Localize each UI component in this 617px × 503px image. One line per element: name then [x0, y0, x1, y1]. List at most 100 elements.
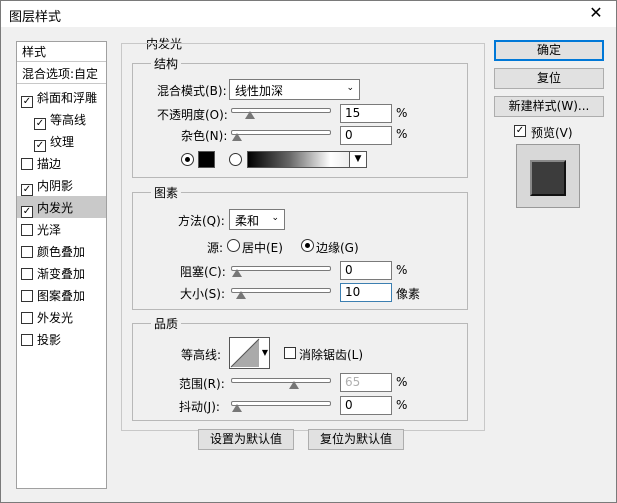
jitter-slider-thumb[interactable] [232, 404, 242, 412]
ok-button[interactable]: 确定 [494, 40, 604, 61]
style-checkbox[interactable]: ✓ [21, 206, 33, 218]
preview-thumbnail [516, 144, 580, 208]
style-item[interactable]: 颜色叠加 [17, 240, 106, 262]
jitter-input[interactable]: 0 [340, 396, 392, 415]
size-label: 大小(S): [180, 287, 226, 301]
close-icon[interactable]: ✕ [582, 3, 610, 25]
style-checkbox[interactable] [21, 312, 33, 324]
source-edge-label[interactable]: 边缘(G) [316, 239, 359, 256]
blend-mode-select[interactable]: 线性加深 ⌄ [229, 79, 360, 100]
choke-slider[interactable] [231, 266, 331, 277]
new-style-button[interactable]: 新建样式(W)... [494, 96, 604, 117]
antialias-checkbox[interactable] [284, 347, 296, 359]
style-item[interactable]: 外发光 [17, 306, 106, 328]
method-label: 方法(Q): [178, 214, 225, 228]
style-item[interactable]: ✓ 内发光 [17, 196, 106, 218]
style-item[interactable]: 光泽 [17, 218, 106, 240]
style-checkbox[interactable]: ✓ [34, 140, 46, 152]
range-input[interactable]: 65 [340, 373, 392, 392]
style-item[interactable]: 投影 [17, 328, 106, 350]
noise-slider-thumb[interactable] [232, 133, 242, 141]
style-item-label: 外发光 [37, 311, 74, 325]
gradient-radio[interactable] [229, 153, 242, 166]
style-item[interactable]: ✓ 纹理 [17, 130, 106, 152]
choke-input[interactable]: 0 [340, 261, 392, 280]
style-item-label: 斜面和浮雕 [37, 91, 98, 105]
style-item-label: 描边 [37, 157, 62, 171]
choke-label: 阻塞(C): [180, 265, 226, 279]
glow-color-swatch[interactable] [198, 151, 215, 168]
style-item[interactable]: ✓ 等高线 [17, 108, 106, 130]
style-item-label: 纹理 [50, 135, 75, 149]
blend-options-item[interactable]: 混合选项:自定 [17, 62, 106, 84]
preview-checkbox[interactable]: ✓ [514, 125, 526, 137]
styles-header[interactable]: 样式 [17, 42, 106, 62]
size-input[interactable]: 10 [340, 283, 392, 302]
range-label: 范围(R): [179, 377, 225, 391]
opacity-slider[interactable] [231, 108, 331, 119]
size-slider[interactable] [231, 288, 331, 299]
size-unit: 像素 [396, 287, 421, 301]
quality-title: 品质 [151, 315, 182, 332]
gradient-dropdown-icon[interactable]: ▼ [349, 152, 366, 167]
style-item-label: 投影 [37, 333, 62, 347]
jitter-label: 抖动(J): [179, 400, 220, 414]
style-item[interactable]: ✓ 斜面和浮雕 [17, 86, 106, 108]
noise-unit: % [396, 127, 408, 141]
style-item[interactable]: 描边 [17, 152, 106, 174]
range-unit: % [396, 375, 408, 389]
preview-label[interactable]: 预览(V) [531, 124, 573, 141]
blend-mode-value: 线性加深 [235, 84, 284, 98]
range-slider[interactable] [231, 378, 331, 389]
style-item-label: 图案叠加 [37, 289, 86, 303]
contour-label: 等高线: [181, 348, 222, 362]
style-checkbox[interactable] [21, 246, 33, 258]
method-select[interactable]: 柔和 ⌄ [229, 209, 285, 230]
range-slider-thumb[interactable] [289, 381, 300, 389]
reset-default-button[interactable]: 复位为默认值 [308, 429, 404, 450]
gradient-picker[interactable]: ▼ [247, 151, 367, 168]
source-center-label[interactable]: 居中(E) [242, 239, 283, 256]
dialog-title: 图层样式 [9, 10, 62, 25]
noise-slider[interactable] [231, 130, 331, 141]
title-bar: 图层样式 ✕ [1, 1, 616, 27]
style-checkbox[interactable] [21, 290, 33, 302]
opacity-label: 不透明度(O): [157, 108, 228, 122]
preview-swatch [530, 160, 566, 196]
style-checkbox[interactable] [21, 224, 33, 236]
contour-curve-icon [230, 338, 260, 368]
jitter-unit: % [396, 398, 408, 412]
reset-button[interactable]: 复位 [494, 68, 604, 89]
style-checkbox[interactable]: ✓ [21, 96, 33, 108]
style-checkbox[interactable]: ✓ [21, 184, 33, 196]
style-item-label: 内发光 [37, 201, 74, 215]
style-checkbox[interactable] [21, 158, 33, 170]
solid-color-radio[interactable] [181, 153, 194, 166]
source-edge-radio[interactable] [301, 239, 314, 252]
noise-input[interactable]: 0 [340, 126, 392, 145]
style-checkbox[interactable] [21, 334, 33, 346]
choke-slider-thumb[interactable] [232, 269, 242, 277]
source-label: 源: [207, 241, 224, 255]
contour-picker[interactable]: ▼ [229, 337, 270, 369]
style-item-label: 颜色叠加 [37, 245, 86, 259]
chevron-down-icon: ⌄ [271, 213, 279, 223]
opacity-slider-thumb[interactable] [245, 111, 256, 119]
style-checkbox[interactable] [21, 268, 33, 280]
make-default-button[interactable]: 设置为默认值 [198, 429, 294, 450]
style-checkbox[interactable]: ✓ [34, 118, 46, 130]
structure-title: 结构 [151, 55, 182, 72]
style-item-label: 等高线 [50, 113, 87, 127]
style-item[interactable]: ✓ 内阴影 [17, 174, 106, 196]
layer-style-dialog: 图层样式 ✕ 样式 混合选项:自定 ✓ 斜面和浮雕 ✓ 等高线 ✓ 纹理 描边 ✓ 内阴影 ✓ 内发… [0, 0, 617, 503]
elements-title: 图素 [151, 184, 182, 201]
size-slider-thumb[interactable] [235, 291, 246, 299]
styles-list: 样式 混合选项:自定 ✓ 斜面和浮雕 ✓ 等高线 ✓ 纹理 描边 ✓ 内阴影 ✓ 内发光 光泽 颜色叠加… [16, 41, 107, 489]
style-item[interactable]: 图案叠加 [17, 284, 106, 306]
antialias-label[interactable]: 消除锯齿(L) [299, 346, 363, 363]
contour-dropdown-icon[interactable]: ▼ [262, 348, 268, 357]
jitter-slider[interactable] [231, 401, 331, 412]
opacity-input[interactable]: 15 [340, 104, 392, 123]
source-center-radio[interactable] [227, 239, 240, 252]
style-item[interactable]: 渐变叠加 [17, 262, 106, 284]
